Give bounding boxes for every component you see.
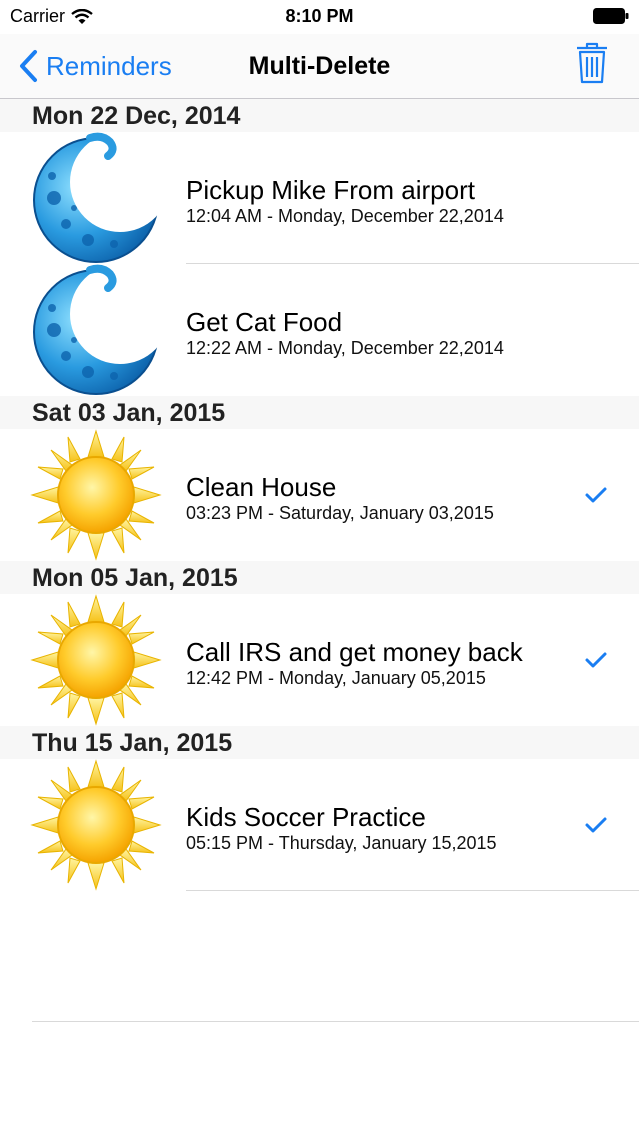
row-divider <box>186 890 639 891</box>
checkmark-icon[interactable] <box>584 815 608 835</box>
moon-icon <box>30 264 162 396</box>
section-header: Thu 15 Jan, 2015 <box>0 726 639 759</box>
section-header: Mon 05 Jan, 2015 <box>0 561 639 594</box>
section-header: Sat 03 Jan, 2015 <box>0 396 639 429</box>
reminder-title: Call IRS and get money back <box>186 637 523 667</box>
reminder-datetime: 05:15 PM - Thursday, January 15,2015 <box>186 833 497 853</box>
reminder-title: Clean House <box>186 472 337 502</box>
navigation-bar: Reminders Multi-Delete <box>0 34 639 99</box>
moon-icon <box>30 132 162 264</box>
checkmark-icon[interactable] <box>584 485 608 505</box>
reminder-datetime: 03:23 PM - Saturday, January 03,2015 <box>186 503 494 523</box>
battery-icon <box>593 8 629 24</box>
reminder-datetime: 12:42 PM - Monday, January 05,2015 <box>186 668 486 688</box>
reminder-row[interactable]: Call IRS and get money back 12:42 PM - M… <box>0 594 639 726</box>
page-title: Multi-Delete <box>248 52 391 80</box>
reminder-datetime: 12:22 AM - Monday, December 22,2014 <box>186 338 504 358</box>
reminder-title: Pickup Mike From airport <box>186 175 475 205</box>
table-footer-divider <box>32 1021 639 1022</box>
sun-icon <box>30 759 162 891</box>
reminder-datetime: 12:04 AM - Monday, December 22,2014 <box>186 206 504 226</box>
reminder-row[interactable]: Clean House 03:23 PM - Saturday, January… <box>0 429 639 561</box>
reminder-title: Get Cat Food <box>186 307 343 337</box>
status-time: 8:10 PM <box>285 6 354 26</box>
reminder-row[interactable]: Get Cat Food 12:22 AM - Monday, December… <box>0 264 639 396</box>
trash-icon[interactable] <box>575 42 609 84</box>
checkmark-icon[interactable] <box>584 650 608 670</box>
reminder-title: Kids Soccer Practice <box>186 802 426 832</box>
sun-icon <box>30 594 162 726</box>
reminder-row[interactable]: Pickup Mike From airport 12:04 AM - Mond… <box>0 132 639 264</box>
section-header: Mon 22 Dec, 2014 <box>0 99 639 132</box>
status-bar: Carrier 8:10 PM <box>0 0 639 34</box>
sun-icon <box>30 429 162 561</box>
reminder-row[interactable]: Kids Soccer Practice 05:15 PM - Thursday… <box>0 759 639 891</box>
